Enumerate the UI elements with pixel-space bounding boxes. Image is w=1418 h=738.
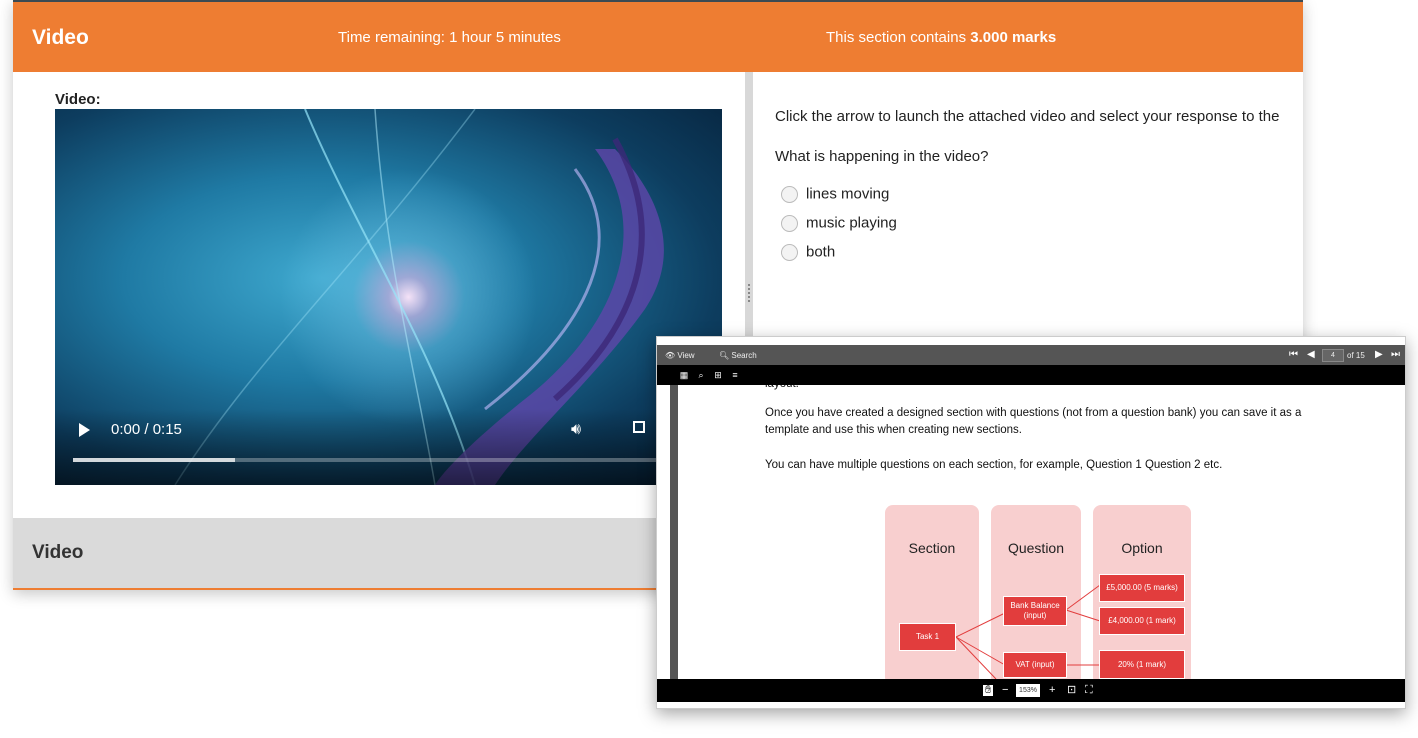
first-page-icon[interactable]: ⏮ (1289, 349, 1298, 360)
video-panel: Video: 0:00 / 0:15 🔊︎ (13, 72, 745, 518)
last-page-icon[interactable]: ⏭ (1391, 349, 1400, 360)
prev-page-icon[interactable]: ◀ (1307, 349, 1315, 360)
search-label: Search (731, 351, 757, 360)
thumbnails-icon[interactable]: ▦ (679, 370, 689, 380)
question-instructions: Click the arrow to launch the attached v… (775, 108, 1280, 125)
pan-hand-icon[interactable]: ✋︎ (983, 685, 994, 696)
find-icon[interactable]: ⌕ (696, 370, 706, 380)
page-number-input[interactable]: 4 (1322, 349, 1344, 362)
option-both[interactable]: both (781, 243, 835, 261)
view-menu[interactable]: 👁︎ View (665, 351, 695, 360)
search-menu[interactable]: 🔍︎ Search (719, 351, 757, 360)
option-label: music playing (806, 214, 897, 232)
video-player[interactable]: 0:00 / 0:15 🔊︎ (55, 109, 722, 485)
video-label: Video: (55, 91, 101, 108)
option-lines-moving[interactable]: lines moving (781, 185, 889, 203)
diagram-connectors (955, 584, 1101, 679)
marks-prefix: This section contains (826, 29, 971, 46)
video-progress-bar[interactable] (73, 458, 659, 462)
zoom-in-icon[interactable]: + (1049, 685, 1055, 696)
marks-value: 3.000 marks (970, 29, 1057, 46)
radio-button[interactable] (781, 214, 798, 232)
radio-button[interactable] (781, 185, 798, 203)
page-total: of 15 (1347, 351, 1365, 360)
option-label: lines moving (806, 185, 890, 203)
node-option-4000: £4,000.00 (1 mark) (1099, 607, 1185, 635)
footer-section-title: Video (32, 542, 84, 563)
option-label: both (806, 243, 836, 261)
fullscreen-icon[interactable] (633, 421, 645, 433)
zoom-level[interactable]: 153% (1016, 684, 1040, 697)
fit-page-icon[interactable]: ⊡ (1067, 685, 1076, 696)
node-vat: VAT (input) (1003, 652, 1067, 678)
node-option-20pct: 20% (1 mark) (1099, 650, 1185, 679)
node-bank-balance: Bank Balance (input) (1003, 596, 1067, 626)
document-page: layout. Once you have created a designed… (670, 385, 1397, 679)
section-marks: This section contains 3.000 marks (826, 29, 1056, 46)
viewer-zoombar: ✋︎ − 153% + ⊡ ⛶ (657, 679, 1405, 702)
viewer-menubar: 👁︎ View 🔍︎ Search ⏮ ◀ 4 of 15 ▶ ⏭ (657, 345, 1405, 365)
time-remaining: Time remaining: 1 hour 5 minutes (338, 29, 561, 46)
view-label: View (677, 351, 695, 360)
video-time: 0:00 / 0:15 (111, 421, 182, 438)
section-header: Video Time remaining: 1 hour 5 minutes T… (13, 0, 1303, 72)
node-task: Task 1 (899, 623, 956, 651)
node-option-5000: £5,000.00 (5 marks) (1099, 574, 1185, 602)
play-icon[interactable] (79, 423, 90, 437)
search-icon: 🔍︎ (719, 351, 730, 360)
zoom-out-icon[interactable]: − (1002, 685, 1008, 696)
next-page-icon[interactable]: ▶ (1375, 349, 1383, 360)
question-text: What is happening in the video? (775, 148, 989, 165)
video-controls: 0:00 / 0:15 🔊︎ (55, 409, 722, 485)
outline-icon[interactable]: ≡ (730, 370, 740, 380)
splitter-grip-icon (748, 284, 750, 304)
option-music-playing[interactable]: music playing (781, 214, 897, 232)
radio-button[interactable] (781, 243, 798, 261)
select-area-icon[interactable]: ⊞ (713, 370, 723, 380)
fullscreen-viewer-icon[interactable]: ⛶ (1085, 685, 1093, 696)
document-viewer: 👁︎ View 🔍︎ Search ⏮ ◀ 4 of 15 ▶ ⏭ ▦ ⌕ ⊞ … (656, 336, 1406, 709)
volume-icon[interactable]: 🔊︎ (571, 421, 581, 439)
video-progress-fill (73, 458, 235, 462)
eye-icon: 👁︎ (665, 351, 676, 360)
section-title: Video (32, 26, 89, 49)
viewer-toolbar: ▦ ⌕ ⊞ ≡ (657, 365, 1405, 385)
